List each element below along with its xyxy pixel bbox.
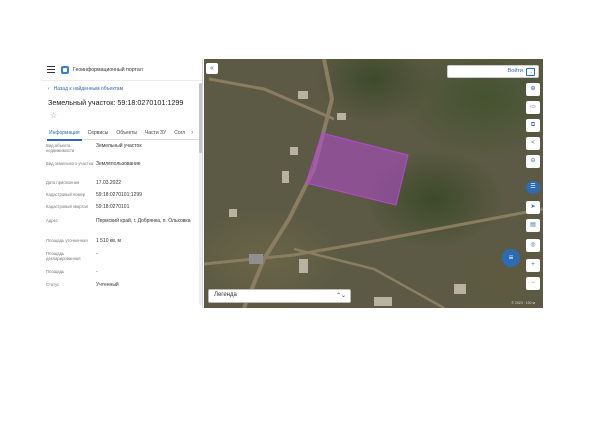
- selected-parcel[interactable]: [305, 132, 409, 206]
- property-value: 59:18:0270101: [96, 204, 130, 210]
- scrollbar-thumb[interactable]: [199, 83, 202, 153]
- tab-services[interactable]: Сервисы: [84, 126, 113, 140]
- property-key: Кадастровый номер: [46, 192, 86, 197]
- property-row: Площадь декларированная -: [46, 251, 196, 261]
- building: [374, 297, 392, 306]
- locate-icon[interactable]: ◎: [526, 239, 540, 252]
- property-key: Вид земельного участка: [46, 161, 94, 166]
- property-key: Площадь: [46, 269, 65, 274]
- portal-logo-icon: [61, 65, 69, 74]
- building: [282, 171, 289, 183]
- panel-scrollbar[interactable]: [199, 83, 202, 305]
- login-label[interactable]: Войти: [508, 68, 523, 74]
- compare-icon[interactable]: ⧉: [526, 119, 540, 132]
- services-icon[interactable]: ☰: [526, 181, 540, 194]
- share-icon[interactable]: <: [526, 137, 540, 150]
- favorite-star-icon[interactable]: ☆: [50, 112, 57, 120]
- buildings: [229, 91, 466, 306]
- property-value: Землепользование: [96, 161, 141, 167]
- object-title: Земельный участок: 59:18:0270101:1299: [48, 98, 184, 107]
- property-value: -: [96, 269, 98, 275]
- property-row: Вид объекта недвижимости Земельный участ…: [46, 143, 196, 153]
- property-row: Статус Учтенный: [46, 282, 196, 288]
- building: [298, 91, 308, 99]
- login-icon[interactable]: →: [526, 68, 535, 76]
- property-key: Статус: [46, 282, 60, 287]
- search-bar[interactable]: Войти →: [447, 65, 539, 78]
- measure-icon[interactable]: ▤: [526, 219, 540, 232]
- property-value: Учтенный: [96, 282, 119, 288]
- tab-agreements[interactable]: Согл: [170, 126, 189, 140]
- property-key: Площадь уточненная: [46, 238, 88, 243]
- property-row: Площадь уточненная 1 510 кв. м: [46, 238, 196, 244]
- property-value: 59:18:0270101:1299: [96, 192, 142, 198]
- building: [299, 259, 308, 273]
- property-row: Кадастровый номер 59:18:0270101:1299: [46, 192, 196, 198]
- basemap-icon[interactable]: ▭: [526, 101, 540, 114]
- property-value: -: [96, 251, 98, 257]
- building: [454, 284, 466, 294]
- tab-info[interactable]: Информация: [45, 126, 84, 141]
- property-row: Площадь -: [46, 269, 196, 275]
- app-window: Геоинформационный портал ‹ Назад к найде…: [41, 59, 543, 308]
- property-row: Кадастровый квартал 59:18:0270101: [46, 204, 196, 210]
- building: [290, 147, 298, 155]
- back-link-label: Назад к найденным объектам: [53, 86, 124, 92]
- road: [208, 77, 335, 121]
- print-icon[interactable]: ⊖: [526, 155, 540, 168]
- property-value: 1 510 кв. м: [96, 238, 121, 244]
- panel-header: Геоинформационный портал: [41, 59, 202, 81]
- satellite-imagery: [204, 59, 543, 308]
- collapse-panel-button[interactable]: «: [206, 63, 218, 74]
- property-key: Вид объекта недвижимости: [46, 143, 75, 153]
- property-row: Вид земельного участка Землепользование: [46, 161, 196, 167]
- map-scale: © 2023 · 100 м: [511, 301, 535, 305]
- property-key: Площадь декларированная: [46, 251, 81, 261]
- layers-icon[interactable]: ⊕: [526, 83, 540, 96]
- property-value: Земельный участок: [96, 143, 142, 149]
- property-key: Адрес: [46, 218, 58, 223]
- tab-bar: Информация Сервисы Объекты Части ЗУ Согл…: [45, 126, 202, 141]
- legend-dropdown[interactable]: Легенда ⌃⌄: [208, 289, 351, 303]
- legend-label: Легенда: [214, 292, 237, 298]
- menu-icon[interactable]: [47, 66, 55, 73]
- property-value: Пермский край, г. Добрянка, п. Ольховка: [96, 218, 191, 224]
- back-arrow-icon: ‹: [48, 86, 50, 92]
- map-view[interactable]: « Войти → ⊕ ▭ ⧉ < ⊖ ☰ ➤ ▤ ◎ + − ≡ Легенд…: [204, 59, 543, 308]
- chevron-updown-icon: ⌃⌄: [335, 293, 346, 299]
- property-row: Адрес Пермский край, г. Добрянка, п. Оль…: [46, 218, 196, 224]
- tabs-scroll-right-icon[interactable]: ›: [191, 130, 193, 136]
- building: [229, 209, 237, 217]
- tab-objects[interactable]: Объекты: [112, 126, 141, 140]
- zoom-out-icon[interactable]: −: [526, 277, 540, 290]
- tab-parcel-parts[interactable]: Части ЗУ: [141, 126, 170, 140]
- property-value: 17.03.2022: [96, 180, 122, 186]
- property-key: Кадастровый квартал: [46, 204, 89, 209]
- property-row: Дата присвоения 17.03.2022: [46, 180, 196, 186]
- building: [337, 113, 346, 120]
- property-key: Дата присвоения: [46, 180, 80, 185]
- zoom-in-icon[interactable]: +: [526, 259, 540, 272]
- navigate-icon[interactable]: ➤: [526, 201, 540, 214]
- building: [249, 254, 263, 264]
- back-link[interactable]: ‹ Назад к найденным объектам: [48, 86, 123, 92]
- portal-title: Геоинформационный портал: [73, 66, 143, 73]
- info-panel: Геоинформационный портал ‹ Назад к найде…: [41, 59, 203, 308]
- chat-fab-icon[interactable]: ≡: [502, 249, 520, 267]
